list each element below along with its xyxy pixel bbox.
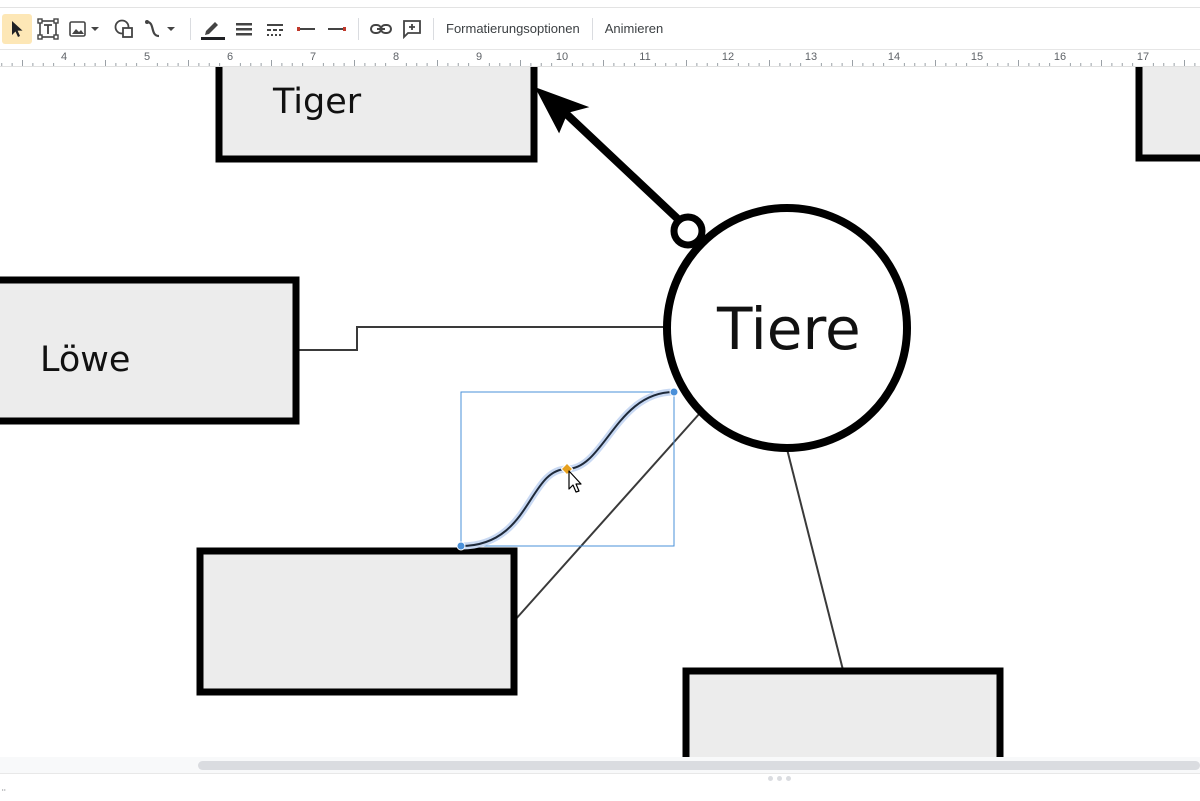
ruler-number: 12	[721, 51, 735, 63]
connector-box-tiere[interactable]	[514, 412, 701, 621]
line-start-icon	[297, 26, 315, 31]
link-icon	[370, 23, 392, 34]
border-dash-button[interactable]	[260, 14, 290, 44]
tiger-label: Tiger	[273, 82, 362, 122]
pen-icon	[201, 21, 225, 40]
curve-start-handle[interactable]	[456, 541, 466, 551]
tiger-box[interactable]	[215, 67, 538, 163]
line-end-icon	[328, 26, 346, 31]
curve-end-handle[interactable]	[669, 387, 679, 397]
ruler-number: 14	[887, 51, 901, 63]
format-options-button[interactable]: Formatierungsoptionen	[440, 14, 586, 44]
toolbar-separator	[433, 17, 434, 40]
add-comment-icon	[403, 19, 421, 39]
drawing-canvas[interactable]: Tiger Löwe Tiere	[0, 67, 1200, 757]
panel-resize-grip[interactable]	[768, 776, 794, 782]
ruler-number: 13	[804, 51, 818, 63]
loewe-label: Löwe	[40, 340, 131, 380]
shape-icon	[114, 19, 133, 38]
text-box-icon	[37, 17, 59, 40]
border-weight-button[interactable]	[229, 14, 259, 44]
arrow-origin-circle	[670, 213, 706, 249]
ruler-number: 11	[639, 51, 651, 63]
ruler-number: 16	[1053, 51, 1067, 63]
line-dash-icon	[267, 23, 283, 36]
comment-button[interactable]	[397, 14, 427, 44]
animate-button[interactable]: Animieren	[599, 14, 670, 44]
ruler-number: 10	[555, 51, 569, 63]
connector-tiere-bottom-box[interactable]	[786, 448, 844, 671]
line-button[interactable]	[140, 14, 184, 44]
ruler-number: 8	[392, 51, 400, 63]
toolbar-separator	[358, 17, 359, 40]
pointer-arrow-icon	[12, 20, 23, 37]
empty-box-bottom[interactable]	[682, 667, 1004, 757]
empty-box-left[interactable]	[196, 547, 518, 696]
horizontal-scrollbar-thumb[interactable]	[198, 761, 1200, 770]
image-icon	[69, 20, 99, 37]
connector-loewe-tiere[interactable]	[298, 326, 667, 351]
horizontal-ruler: 4 5 6 7 8 9 10 11 12 13 14 15 16 17	[0, 50, 1200, 67]
select-tool-button[interactable]	[2, 13, 32, 44]
drawing-toolbar: Formatierungsoptionen Animieren	[0, 8, 1200, 50]
ruler-number: 4	[60, 51, 68, 63]
line-start-button[interactable]	[291, 14, 321, 44]
ruler-number: 7	[309, 51, 317, 63]
ruler-number: 5	[143, 51, 151, 63]
window-top-edge	[0, 0, 1200, 8]
text-box-button[interactable]	[33, 14, 63, 44]
ruler-number: 17	[1136, 51, 1150, 63]
link-button[interactable]	[366, 14, 396, 44]
line-curve-icon	[145, 19, 175, 37]
shape-button[interactable]	[109, 14, 139, 44]
line-weight-icon	[236, 22, 252, 35]
line-end-button[interactable]	[322, 14, 352, 44]
toolbar-separator	[190, 17, 191, 40]
toolbar-separator	[591, 17, 593, 40]
ruler-number: 6	[226, 51, 234, 63]
mouse-cursor-icon	[568, 470, 582, 493]
ruler-number: 9	[475, 51, 483, 63]
arrow-tiere-tiger[interactable]	[557, 105, 683, 224]
bottom-panel-bar	[0, 773, 1200, 801]
border-color-button[interactable]	[198, 14, 228, 44]
image-button[interactable]	[64, 14, 108, 44]
bottom-glyph: ¨	[2, 788, 6, 800]
ruler-ticks	[1, 60, 1196, 66]
tiere-label: Tiere	[717, 295, 861, 363]
ruler-number: 15	[970, 51, 984, 63]
drawing-surface	[0, 67, 1200, 757]
partial-box-right[interactable]	[1135, 67, 1200, 162]
